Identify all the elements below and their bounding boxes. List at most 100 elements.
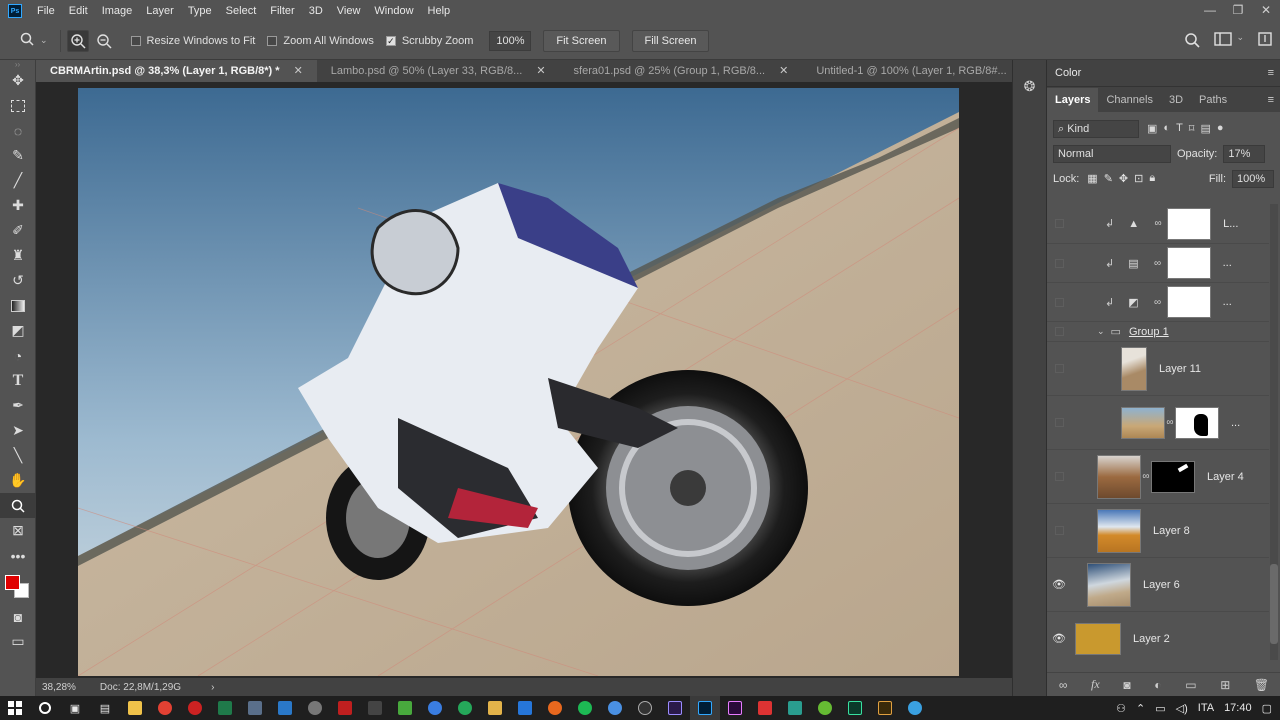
blur-tool-icon[interactable]: ◔ (0, 343, 36, 368)
layers-scrollbar[interactable] (1270, 204, 1278, 660)
kind-filter-select[interactable]: ⌕ Kind (1053, 119, 1139, 138)
visibility-toggle[interactable] (1047, 258, 1071, 268)
link-icon[interactable]: ∞ (1153, 258, 1163, 269)
tab-untitled-1[interactable]: Untitled-1 @ 100% (Layer 1, RGB/8#... ✕ (802, 60, 1044, 82)
quick-mask-icon[interactable]: ◙ (0, 604, 36, 629)
minimize-button[interactable]: — (1196, 0, 1224, 22)
line-tool-icon[interactable]: ╲ (0, 443, 36, 468)
layer-row[interactable]: ↲ ◩ ∞ ... (1047, 283, 1269, 322)
language-indicator[interactable]: ITA (1198, 702, 1214, 714)
move-tool-icon[interactable]: ✥ (0, 68, 36, 93)
blue-app-icon[interactable] (270, 696, 300, 720)
layer-mask-thumbnail[interactable] (1151, 460, 1195, 493)
new-layer-icon[interactable]: ⊞ (1220, 678, 1230, 692)
layer-name[interactable]: L... (1223, 218, 1238, 230)
hand-tool-icon[interactable]: ✋ (0, 468, 36, 493)
layer-row[interactable]: ↲ ▲ ∞ L... (1047, 204, 1269, 244)
menu-window[interactable]: Window (367, 0, 420, 22)
photoshop-taskbar-icon[interactable] (690, 696, 720, 720)
resize-windows-checkbox[interactable]: Resize Windows to Fit (130, 35, 255, 47)
visibility-toggle[interactable] (1047, 472, 1071, 481)
layer-row[interactable]: ∞ ... (1047, 396, 1269, 450)
menu-3d[interactable]: 3D (302, 0, 330, 22)
link-icon[interactable]: ∞ (1141, 471, 1151, 482)
chevron-down-icon[interactable]: ⌄ (40, 35, 48, 46)
search-icon[interactable] (1184, 32, 1201, 52)
brush-tool-icon[interactable]: ✐ (0, 218, 36, 243)
menu-filter[interactable]: Filter (263, 0, 301, 22)
menu-help[interactable]: Help (421, 0, 458, 22)
layer-mask-thumbnail[interactable] (1166, 247, 1211, 279)
tab-lambo[interactable]: Lambo.psd @ 50% (Layer 33, RGB/8... ✕ (317, 60, 560, 82)
pen-app-icon[interactable] (360, 696, 390, 720)
workspace-icon[interactable] (1214, 32, 1233, 52)
lock-transparent-icon[interactable]: ▦ (1087, 172, 1097, 185)
visibility-toggle[interactable] (1047, 327, 1071, 336)
tab-layers[interactable]: Layers (1047, 88, 1099, 112)
task-view-icon[interactable]: ▣ (60, 696, 90, 720)
layer-name[interactable]: Layer 2 (1133, 633, 1170, 645)
foreground-color-swatch[interactable] (5, 575, 20, 590)
lock-artboard-icon[interactable]: ⊡ (1134, 172, 1143, 185)
folder-app-icon[interactable] (480, 696, 510, 720)
color-panel-icon[interactable]: ❂ (1020, 78, 1040, 98)
fill-screen-button[interactable]: Fill Screen (631, 29, 710, 52)
settings-app-icon[interactable] (900, 696, 930, 720)
fit-screen-button[interactable]: Fit Screen (543, 29, 620, 52)
layer-name[interactable]: Layer 6 (1143, 579, 1180, 591)
media-app-icon[interactable] (750, 696, 780, 720)
chat-app-icon[interactable] (600, 696, 630, 720)
lock-all-icon[interactable]: 🔒︎ (1149, 172, 1155, 185)
whatsapp-icon[interactable] (450, 696, 480, 720)
clock[interactable]: 17:40 (1224, 702, 1252, 714)
link-layers-icon[interactable]: ∞ (1059, 678, 1068, 692)
group-row[interactable]: ⌄ ▭ Group 1 (1047, 322, 1269, 342)
tab-3d[interactable]: 3D (1161, 88, 1191, 112)
healing-brush-tool-icon[interactable]: ✚ (0, 193, 36, 218)
restore-button[interactable]: ❐ (1224, 0, 1252, 22)
visibility-toggle[interactable] (1047, 297, 1071, 307)
layer-thumbnail[interactable] (1087, 562, 1131, 607)
delete-layer-icon[interactable]: 🗑︎ (1254, 678, 1269, 692)
layer-style-icon[interactable]: fx (1091, 677, 1100, 692)
close-button[interactable]: ✕ (1252, 0, 1280, 22)
obs-icon[interactable] (630, 696, 660, 720)
calculator-icon[interactable]: ▤ (90, 696, 120, 720)
file-explorer-icon[interactable] (120, 696, 150, 720)
chrome-icon[interactable] (150, 696, 180, 720)
clone-stamp-tool-icon[interactable]: ♜ (0, 243, 36, 268)
visibility-toggle[interactable] (1047, 526, 1071, 535)
windows-app-icon[interactable] (510, 696, 540, 720)
notifications-icon[interactable]: ▢ (1262, 702, 1272, 715)
zoom-in-icon[interactable] (66, 29, 89, 52)
smart-object-filter-icon[interactable]: ▤ (1200, 122, 1210, 135)
volume-icon[interactable]: ◁) (1176, 702, 1188, 715)
quick-selection-tool-icon[interactable]: ✎ (0, 143, 36, 168)
link-icon[interactable]: ∞ (1165, 417, 1175, 428)
start-icon[interactable] (0, 696, 30, 720)
disk-app-icon[interactable] (300, 696, 330, 720)
checkbox-box[interactable] (267, 35, 278, 46)
green-app-icon[interactable] (210, 696, 240, 720)
layer-thumbnail[interactable] (1097, 508, 1141, 553)
gradient-tool-icon[interactable] (0, 293, 36, 318)
visibility-eye-icon[interactable]: 👁︎ (1047, 632, 1071, 645)
visibility-toggle[interactable] (1047, 219, 1071, 228)
close-tab-icon[interactable]: ✕ (779, 60, 788, 82)
layer-name[interactable]: ... (1231, 417, 1240, 429)
network-app-icon[interactable] (240, 696, 270, 720)
history-brush-tool-icon[interactable]: ↺ (0, 268, 36, 293)
lock-image-icon[interactable]: ✎ (1104, 172, 1113, 185)
new-adjustment-icon[interactable]: ◐ (1154, 678, 1161, 692)
document-canvas[interactable] (78, 88, 959, 676)
eyedropper-tool-icon[interactable]: ╱ (0, 168, 36, 193)
shape-filter-icon[interactable]: ⌑ (1189, 122, 1195, 135)
fill-input[interactable]: 100% (1232, 169, 1274, 188)
status-menu-chevron-icon[interactable]: › (211, 682, 214, 693)
lasso-tool-icon[interactable]: ◌ (0, 118, 36, 143)
tab-sfera01[interactable]: sfera01.psd @ 25% (Group 1, RGB/8... ✕ (560, 60, 803, 82)
menu-edit[interactable]: Edit (62, 0, 95, 22)
zoom-value-input[interactable]: 100% (489, 30, 532, 51)
visibility-toggle[interactable] (1047, 364, 1071, 373)
layer-name[interactable]: Layer 4 (1207, 471, 1244, 483)
